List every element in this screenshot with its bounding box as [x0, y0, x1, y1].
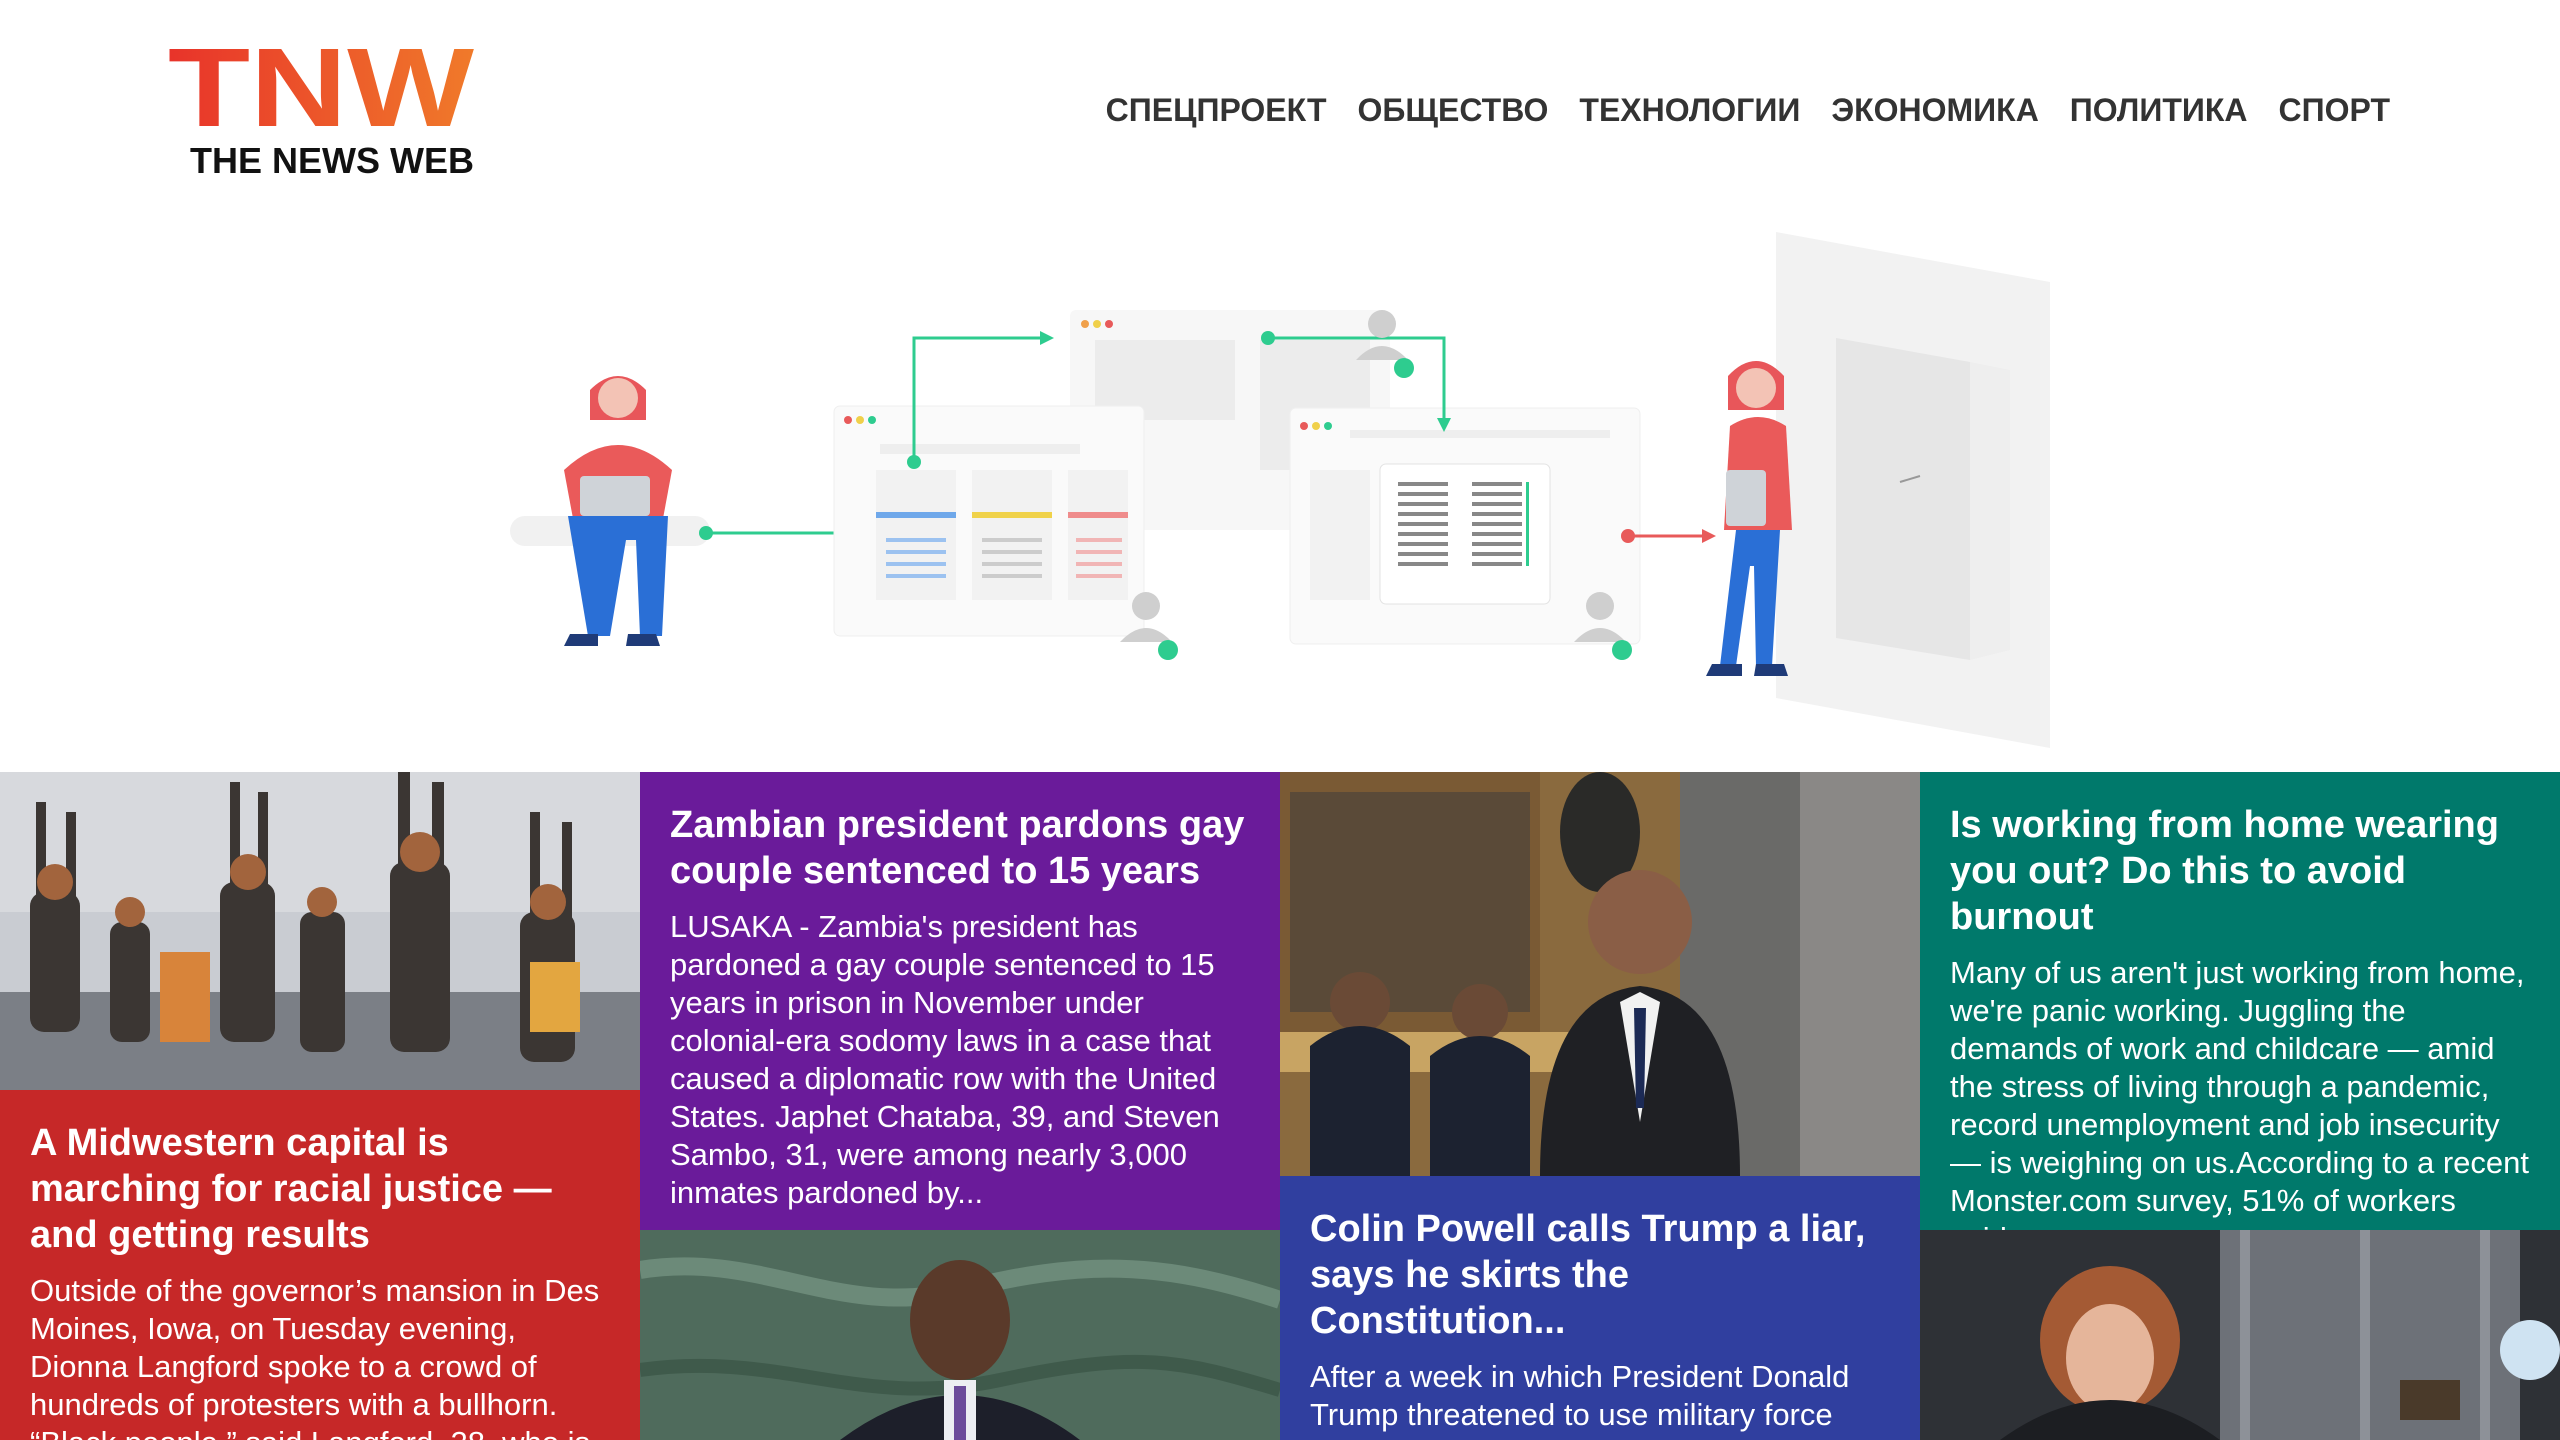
protest-photo-image: [0, 772, 640, 1090]
article-3-excerpt: After a week in which President Donald T…: [1310, 1359, 1884, 1440]
nav-item-economy[interactable]: ЭКОНОМИКА: [1831, 92, 2038, 129]
article-card-4[interactable]: Is working from home wearing you out? Do…: [1920, 772, 2560, 1440]
woman-working-photo-image: [1920, 1230, 2560, 1440]
nav-item-technology[interactable]: ТЕХНОЛОГИИ: [1579, 92, 1800, 129]
article-card-2[interactable]: Zambian president pardons gay couple sen…: [640, 772, 1280, 1440]
article-4-title[interactable]: Is working from home wearing you out? Do…: [1950, 802, 2530, 940]
article-4-content: Is working from home wearing you out? Do…: [1920, 772, 2560, 1256]
logo-mark: TNW: [168, 38, 474, 134]
logo-tagline: THE NEWS WEB: [190, 140, 474, 181]
powell-photo-image: [1280, 772, 1920, 1176]
logo-mark-text: TNW: [168, 38, 474, 134]
president-photo-image: [640, 1230, 1280, 1440]
nav-item-special[interactable]: СПЕЦПРОЕКТ: [1106, 92, 1327, 129]
article-4-photo[interactable]: [1920, 1230, 2560, 1440]
hero-illustration: [480, 220, 2080, 760]
article-1-excerpt: Outside of the governor’s mansion in Des…: [30, 1273, 600, 1440]
article-2-photo[interactable]: [640, 1230, 1280, 1440]
article-2-excerpt: LUSAKA - Zambia's president has pardoned…: [670, 909, 1220, 1210]
nav-item-sport[interactable]: СПОРТ: [2279, 92, 2390, 129]
site-logo[interactable]: TNW THE NEWS WEB: [168, 38, 474, 181]
person-laptop-icon: [564, 376, 672, 646]
article-1-content: A Midwestern capital is marching for rac…: [0, 1090, 640, 1440]
article-grid: A Midwestern capital is marching for rac…: [0, 772, 2560, 1440]
article-card-3[interactable]: Colin Powell calls Trump a liar, says he…: [1280, 772, 1920, 1440]
article-4-excerpt: Many of us aren't just working from home…: [1950, 955, 2529, 1256]
article-3-title[interactable]: Colin Powell calls Trump a liar, says he…: [1310, 1206, 1890, 1344]
article-card-1[interactable]: A Midwestern capital is marching for rac…: [0, 772, 640, 1440]
article-2-title[interactable]: Zambian president pardons gay couple sen…: [670, 802, 1250, 894]
main-nav: СПЕЦПРОЕКТ ОБЩЕСТВО ТЕХНОЛОГИИ ЭКОНОМИКА…: [1106, 92, 2390, 129]
workflow-illustration: [510, 232, 2050, 748]
article-2-content: Zambian president pardons gay couple sen…: [640, 772, 1280, 1230]
nav-item-society[interactable]: ОБЩЕСТВО: [1357, 92, 1548, 129]
article-3-content: Colin Powell calls Trump a liar, says he…: [1280, 1176, 1920, 1440]
article-3-photo[interactable]: [1280, 772, 1920, 1176]
article-1-title[interactable]: A Midwestern capital is marching for rac…: [30, 1120, 610, 1258]
site-header: TNW THE NEWS WEB СПЕЦПРОЕКТ ОБЩЕСТВО ТЕХ…: [0, 0, 2560, 215]
article-1-photo[interactable]: [0, 772, 640, 1090]
nav-item-politics[interactable]: ПОЛИТИКА: [2070, 92, 2248, 129]
